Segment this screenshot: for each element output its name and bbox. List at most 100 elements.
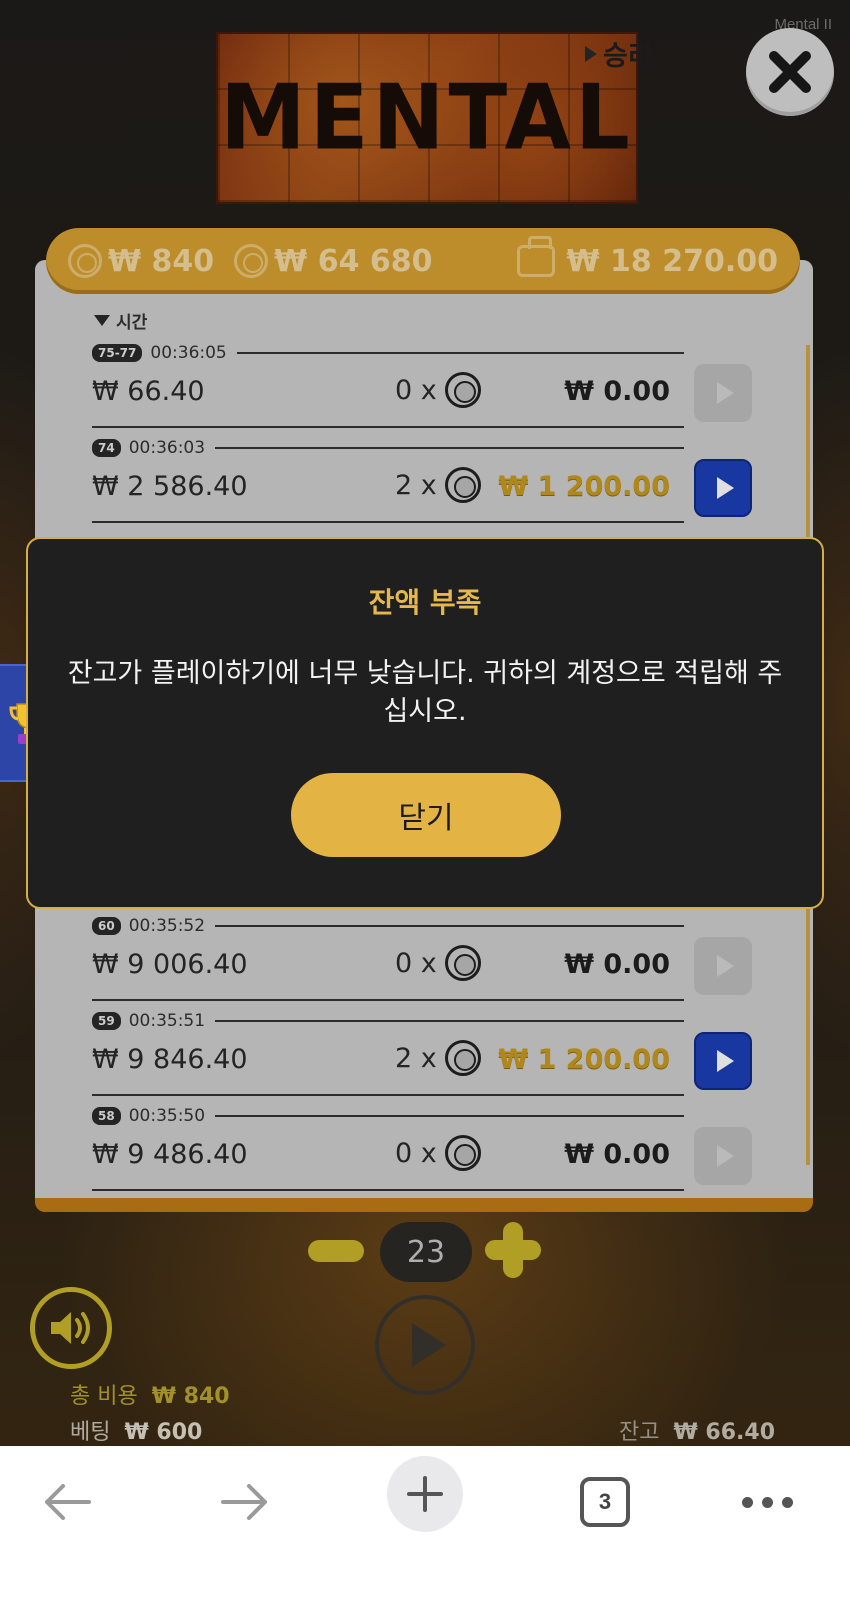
coin-icon [444, 372, 481, 408]
dialog-message: 잔고가 플레이하기에 너무 낮습니다. 귀하의 계정으로 적립해 주십시오. [67, 658, 783, 727]
row-separator [92, 521, 684, 523]
arrow-left-icon [45, 1484, 91, 1520]
total-cost-value: ₩ 840 [151, 1384, 230, 1409]
round-time: 00:35:51 [128, 1011, 206, 1031]
balance-label: 잔고 [619, 1420, 660, 1445]
play-icon [412, 1323, 446, 1367]
wallet-icon [516, 236, 555, 277]
replay-button[interactable] [694, 364, 752, 422]
multiplier: 2 x [395, 467, 481, 503]
win-column-label: 승리 [603, 41, 653, 72]
row-meta: 75-77 00:36:05 [92, 342, 684, 364]
coin-icon [444, 1135, 481, 1171]
multiplier-value: 2 x [395, 469, 437, 501]
round-badge: 74 [92, 439, 121, 457]
tab-count: 3 [580, 1477, 630, 1527]
decrease-bet-button[interactable] [308, 1240, 364, 1262]
dialog-title: 잔액 부족 [368, 586, 482, 619]
spin-button[interactable] [375, 1295, 475, 1395]
bet-label: 베팅 [70, 1420, 111, 1445]
row-separator [92, 1094, 684, 1096]
play-icon [716, 955, 734, 977]
history-row: 60 00:35:52 ₩ 9 006.40 0 x ₩ 0.00 [92, 915, 762, 1005]
close-game-button[interactable] [746, 28, 834, 116]
back-button[interactable] [22, 1462, 112, 1542]
row-divider [236, 352, 684, 354]
multiplier: 0 x [395, 372, 481, 408]
multiplier-value: 2 x [395, 1042, 437, 1074]
round-time: 00:35:50 [128, 1106, 206, 1126]
multiplier: 0 x [395, 945, 481, 981]
sort-down-icon [94, 315, 110, 326]
arrow-right-icon [221, 1484, 267, 1520]
row-divider [215, 1115, 684, 1117]
row-divider [215, 925, 684, 927]
game-logo-text: MENTAL [220, 65, 634, 171]
play-icon [716, 382, 734, 404]
coin-icon [234, 244, 269, 278]
coin-icon [444, 945, 481, 981]
multiplier-value: 0 x [395, 1137, 437, 1169]
balance-amount: ₩ 9 006.40 [92, 949, 248, 980]
speaker-icon [51, 1312, 90, 1344]
close-icon [769, 51, 811, 93]
win-amount: ₩ 1 200.00 [498, 1044, 670, 1075]
row-meta: 59 00:35:51 [92, 1010, 684, 1032]
round-time: 00:36:05 [150, 343, 227, 363]
row-divider [215, 447, 684, 449]
forward-button[interactable] [200, 1462, 290, 1542]
history-row: 58 00:35:50 ₩ 9 486.40 0 x ₩ 0.00 [92, 1105, 762, 1195]
browser-toolbar: 3 [0, 1446, 850, 1611]
sort-by-win-header[interactable]: 승리 [585, 34, 758, 73]
sort-right-icon [585, 45, 597, 62]
insufficient-balance-dialog: 잔액 부족 잔고가 플레이하기에 너무 낮습니다. 귀하의 계정으로 적립해 주… [26, 537, 824, 909]
play-icon [716, 1050, 734, 1072]
balance-amount: ₩ 9 846.40 [92, 1044, 248, 1075]
row-separator [92, 999, 684, 1001]
new-tab-button[interactable] [387, 1456, 463, 1532]
total-value: ₩ 64 680 [274, 243, 433, 279]
row-meta: 58 00:35:50 [92, 1105, 684, 1127]
more-icon [741, 1496, 793, 1508]
row-meta: 74 00:36:03 [92, 437, 684, 459]
history-row: 75-77 00:36:05 ₩ 66.40 0 x ₩ 0.00 [92, 342, 762, 432]
coin-icon [68, 244, 102, 278]
multiplier: 2 x [395, 1040, 481, 1076]
total-value-display: ₩ 64 680 [234, 243, 433, 279]
row-separator [92, 426, 684, 428]
round-badge: 59 [92, 1012, 121, 1030]
history-row: 59 00:35:51 ₩ 9 846.40 2 x ₩ 1 200.00 [92, 1010, 762, 1100]
dialog-close-button[interactable]: 닫기 [291, 773, 561, 857]
total-cost-label: 총 비용 [70, 1384, 138, 1409]
round-time: 00:35:52 [128, 916, 206, 936]
tab-switcher-button[interactable]: 3 [560, 1462, 650, 1542]
replay-button[interactable] [694, 1032, 752, 1090]
win-amount: ₩ 1 200.00 [498, 471, 670, 502]
balance-amount: ₩ 9 486.40 [92, 1139, 248, 1170]
row-meta: 60 00:35:52 [92, 915, 684, 937]
balance-info: 잔고 ₩ 66.40 [619, 1414, 775, 1446]
replay-button[interactable] [694, 459, 752, 517]
row-separator [92, 1189, 684, 1191]
play-icon [716, 1145, 734, 1167]
increase-bet-button[interactable] [485, 1222, 541, 1278]
wallet-value: ₩ 18 270.00 [566, 243, 779, 279]
multiplier-value: 0 x [395, 947, 437, 979]
win-amount: ₩ 0.00 [564, 949, 670, 980]
replay-button[interactable] [694, 1127, 752, 1185]
history-row: 74 00:36:03 ₩ 2 586.40 2 x ₩ 1 200.00 [92, 437, 762, 527]
win-amount: ₩ 0.00 [564, 1139, 670, 1170]
game-logo: MENTAL [216, 32, 638, 204]
round-badge: 58 [92, 1107, 121, 1125]
balance-bar: ₩ 840 ₩ 64 680 ₩ 18 270.00 [46, 228, 800, 294]
sound-toggle-button[interactable] [30, 1287, 112, 1369]
more-menu-button[interactable] [722, 1462, 812, 1542]
balance-amount: ₩ 66.40 [92, 376, 205, 407]
time-column-label: 시간 [116, 313, 148, 333]
bet-value: ₩ 600 [124, 1420, 203, 1445]
round-badge: 60 [92, 917, 121, 935]
sort-by-time-header[interactable]: 시간 [94, 308, 147, 333]
round-time: 00:36:03 [128, 438, 206, 458]
replay-button[interactable] [694, 937, 752, 995]
row-divider [215, 1020, 684, 1022]
